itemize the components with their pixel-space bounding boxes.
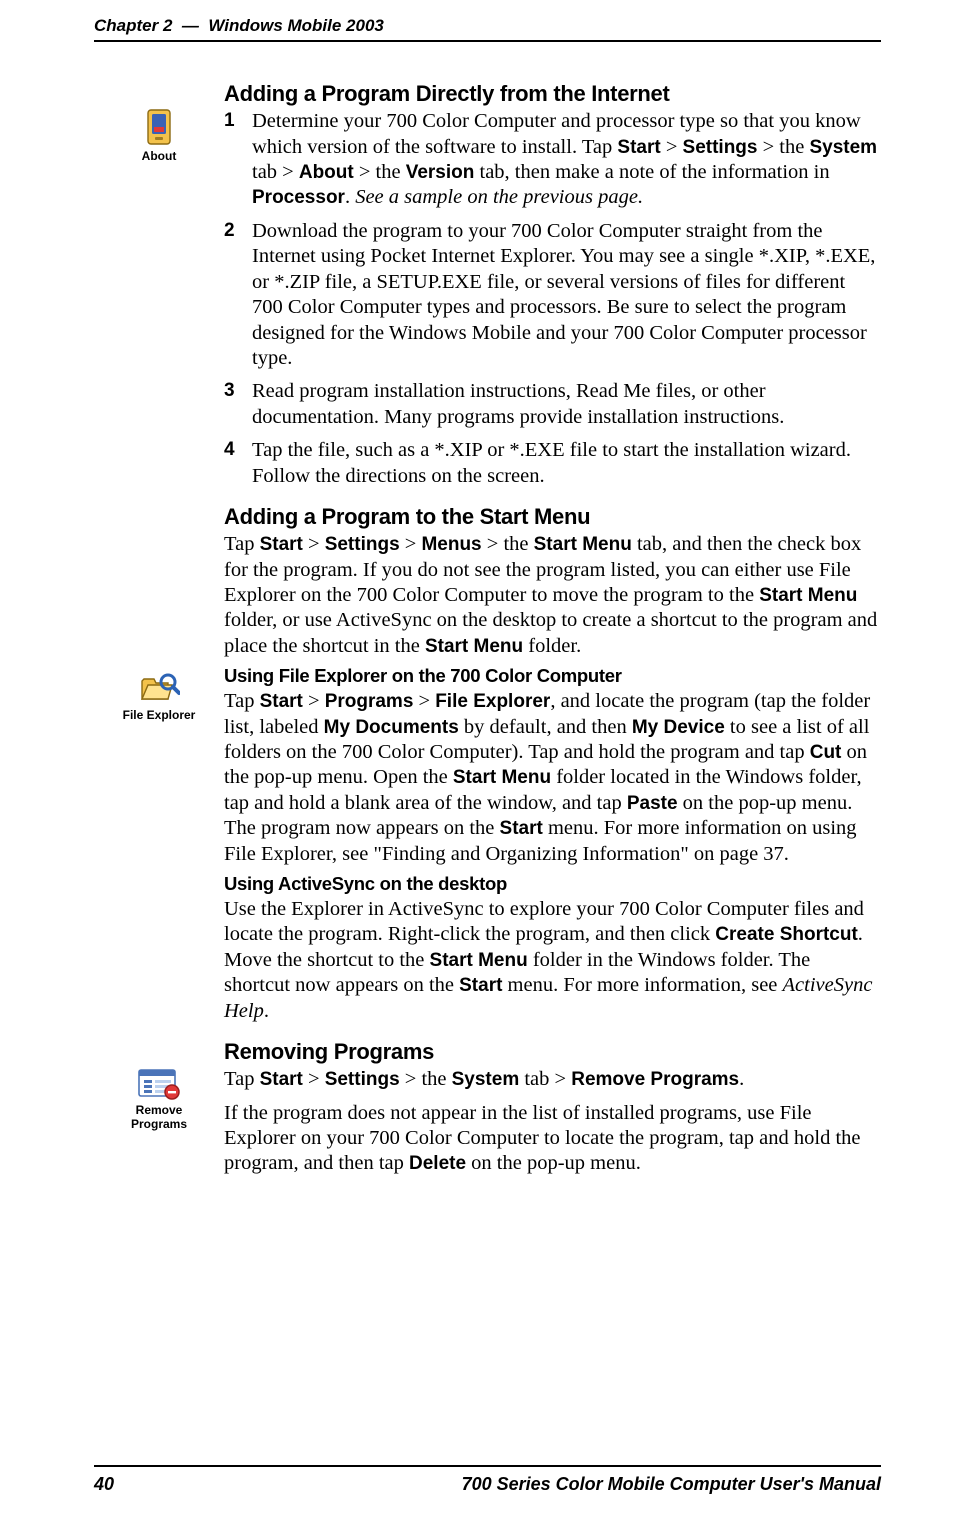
file-explorer-body: Tap Start > Programs > File Explorer, an… — [224, 689, 881, 867]
text: > — [303, 533, 325, 555]
ui-start: Start — [260, 691, 303, 712]
ui-settings: Settings — [325, 534, 400, 555]
text: on the pop-up menu. — [466, 1152, 641, 1174]
ui-cut: Cut — [810, 742, 842, 763]
ui-paste: Paste — [627, 793, 678, 814]
text: > the — [400, 1068, 452, 1090]
step-number: 3 — [224, 379, 252, 430]
about-icon-label: About — [119, 150, 199, 163]
header-sep: — — [182, 16, 199, 35]
text: Tap — [224, 533, 260, 555]
step-1: Determine your 700 Color Computer and pr… — [252, 109, 881, 211]
header-title: Windows Mobile 2003 — [208, 16, 384, 35]
remove-programs-icon-block: Remove Programs — [119, 1066, 199, 1132]
file-explorer-icon-label: File Explorer — [119, 709, 199, 722]
text: folder. — [523, 635, 581, 657]
ui-startmenu: Start Menu — [425, 636, 523, 657]
about-icon-block: About — [119, 108, 199, 163]
ui-start: Start — [617, 137, 660, 158]
content: About Adding a Program Directly from the… — [94, 80, 881, 1449]
text: > — [303, 690, 325, 712]
text: tab > — [252, 161, 299, 183]
text: > — [400, 533, 422, 555]
ui-remove-programs: Remove Programs — [571, 1069, 739, 1090]
ui-file-explorer: File Explorer — [435, 691, 550, 712]
heading-add-startmenu: Adding a Program to the Start Menu — [224, 503, 881, 530]
ui-delete: Delete — [409, 1153, 466, 1174]
text: > the — [757, 136, 809, 158]
ui-create-shortcut: Create Shortcut — [715, 924, 858, 945]
text: > — [413, 690, 435, 712]
ui-start: Start — [260, 1069, 303, 1090]
ui-programs: Programs — [325, 691, 414, 712]
step-number: 1 — [224, 109, 252, 211]
ui-my-device: My Device — [632, 717, 725, 738]
gutter-remove-programs: Remove Programs — [94, 1038, 224, 1132]
heading-removing-programs: Removing Programs — [224, 1038, 881, 1065]
add-startmenu-body: Tap Start > Settings > Menus > the Start… — [224, 532, 881, 659]
ui-startmenu: Start Menu — [759, 585, 857, 606]
ui-start: Start — [500, 818, 543, 839]
footer-rule — [94, 1465, 881, 1467]
page: Chapter 2 — Windows Mobile 2003 About — [0, 0, 975, 1519]
add-internet-steps: 1 Determine your 700 Color Computer and … — [224, 109, 881, 489]
text: tab > — [519, 1068, 571, 1090]
about-icon — [140, 108, 178, 148]
file-explorer-icon-block: File Explorer — [119, 669, 199, 722]
ui-version: Version — [406, 162, 475, 183]
header-chapter: Chapter 2 — [94, 16, 172, 35]
ui-startmenu: Start Menu — [430, 950, 528, 971]
ui-my-documents: My Documents — [324, 717, 459, 738]
remove-body-2: If the program does not appear in the li… — [224, 1101, 881, 1177]
file-explorer-icon — [138, 669, 180, 707]
page-header: Chapter 2 — Windows Mobile 2003 — [94, 16, 881, 36]
footer-manual-title: 700 Series Color Mobile Computer User's … — [462, 1474, 881, 1495]
ui-about: About — [299, 162, 354, 183]
ui-system: System — [452, 1069, 520, 1090]
ui-settings: Settings — [325, 1069, 400, 1090]
heading-activesync: Using ActiveSync on the desktop — [224, 873, 881, 896]
text: > — [303, 1068, 325, 1090]
activesync-body: Use the Explorer in ActiveSync to explor… — [224, 897, 881, 1024]
ui-start: Start — [459, 975, 502, 996]
gutter-about: About — [94, 80, 224, 163]
text: tab, then make a note of the information… — [474, 161, 829, 183]
step-number: 4 — [224, 438, 252, 489]
heading-file-explorer: Using File Explorer on the 700 Color Com… — [224, 665, 881, 688]
text: Tap — [224, 690, 260, 712]
ui-start: Start — [260, 534, 303, 555]
ui-startmenu: Start Menu — [453, 767, 551, 788]
ui-settings: Settings — [683, 137, 758, 158]
text: by default, and then — [459, 716, 632, 738]
remove-programs-icon — [137, 1066, 181, 1102]
footer-page-number: 40 — [94, 1474, 114, 1495]
header-rule — [94, 40, 881, 42]
ui-system: System — [809, 137, 877, 158]
remove-body-1: Tap Start > Settings > the System tab > … — [224, 1067, 881, 1092]
ui-menus: Menus — [421, 534, 481, 555]
step-3: Read program installation instructions, … — [252, 379, 881, 430]
text: . — [264, 1000, 269, 1022]
step-2: Download the program to your 700 Color C… — [252, 219, 881, 371]
text: . — [345, 186, 355, 208]
text: menu. For more information, see — [502, 974, 782, 996]
text: > the — [354, 161, 406, 183]
step-number: 2 — [224, 219, 252, 371]
text: Tap — [224, 1068, 260, 1090]
remove-programs-icon-label: Remove Programs — [119, 1104, 199, 1132]
heading-add-internet: Adding a Program Directly from the Inter… — [224, 80, 881, 107]
text: > — [661, 136, 683, 158]
gutter-file-explorer: File Explorer — [94, 665, 224, 722]
step-4: Tap the file, such as a *.XIP or *.EXE f… — [252, 438, 881, 489]
ui-processor: Processor — [252, 187, 345, 208]
text: . — [739, 1068, 744, 1090]
italic-note: See a sample on the previous page. — [355, 186, 643, 208]
text: > the — [482, 533, 534, 555]
ui-startmenu: Start Menu — [534, 534, 632, 555]
